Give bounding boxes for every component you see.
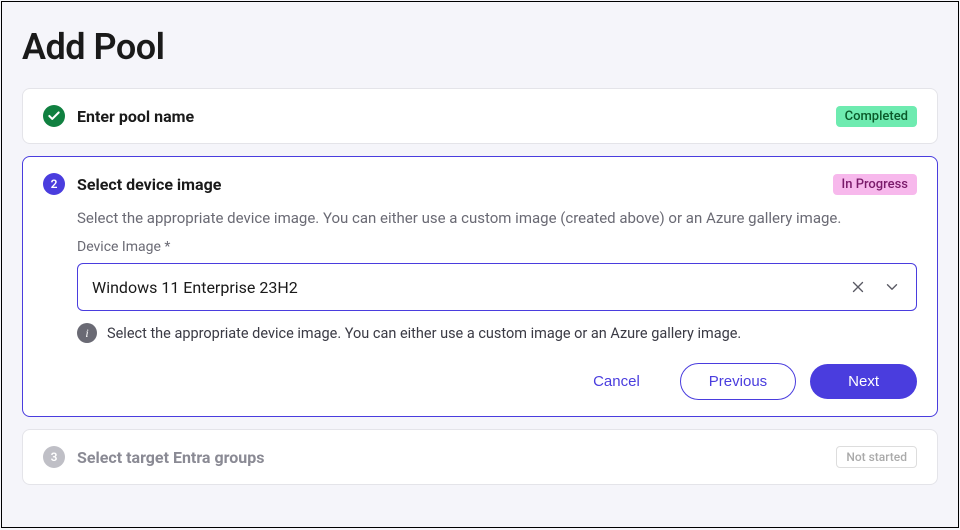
step3-header: 3 Select target Entra groups Not started xyxy=(43,446,917,468)
status-badge-completed: Completed xyxy=(836,106,917,127)
step1-header: Enter pool name Completed xyxy=(43,105,917,127)
check-icon xyxy=(43,105,65,127)
step-number-icon: 2 xyxy=(43,173,65,195)
add-pool-wizard: Add Pool Enter pool name Completed 2 Sel… xyxy=(1,1,959,528)
previous-button[interactable]: Previous xyxy=(680,363,796,400)
step2-header: 2 Select device image In Progress xyxy=(43,173,917,195)
step1-title: Enter pool name xyxy=(77,107,194,126)
hint-row: i Select the appropriate device image. Y… xyxy=(77,323,917,343)
cancel-button[interactable]: Cancel xyxy=(567,364,666,399)
device-image-value: Windows 11 Enterprise 23H2 xyxy=(92,278,848,297)
clear-icon[interactable] xyxy=(848,277,868,297)
step3-title: Select target Entra groups xyxy=(77,448,264,467)
chevron-down-icon[interactable] xyxy=(882,277,902,297)
status-badge-not-started: Not started xyxy=(836,446,917,468)
device-image-label: Device Image * xyxy=(77,239,917,255)
step2-title: Select device image xyxy=(77,175,221,194)
step-enter-pool-name[interactable]: Enter pool name Completed xyxy=(22,88,938,144)
device-image-combobox[interactable]: Windows 11 Enterprise 23H2 xyxy=(77,263,917,311)
page-title: Add Pool xyxy=(22,2,938,88)
step-select-target-entra-groups: 3 Select target Entra groups Not started xyxy=(22,429,938,485)
step-select-device-image: 2 Select device image In Progress Select… xyxy=(22,156,938,417)
info-icon: i xyxy=(77,323,97,343)
step-number-icon: 3 xyxy=(43,446,65,468)
next-button[interactable]: Next xyxy=(810,364,917,399)
step2-actions: Cancel Previous Next xyxy=(77,363,917,400)
status-badge-in-progress: In Progress xyxy=(833,174,917,195)
step2-body: Select the appropriate device image. You… xyxy=(43,195,917,400)
hint-text: Select the appropriate device image. You… xyxy=(107,325,741,342)
step2-description: Select the appropriate device image. You… xyxy=(77,209,917,227)
